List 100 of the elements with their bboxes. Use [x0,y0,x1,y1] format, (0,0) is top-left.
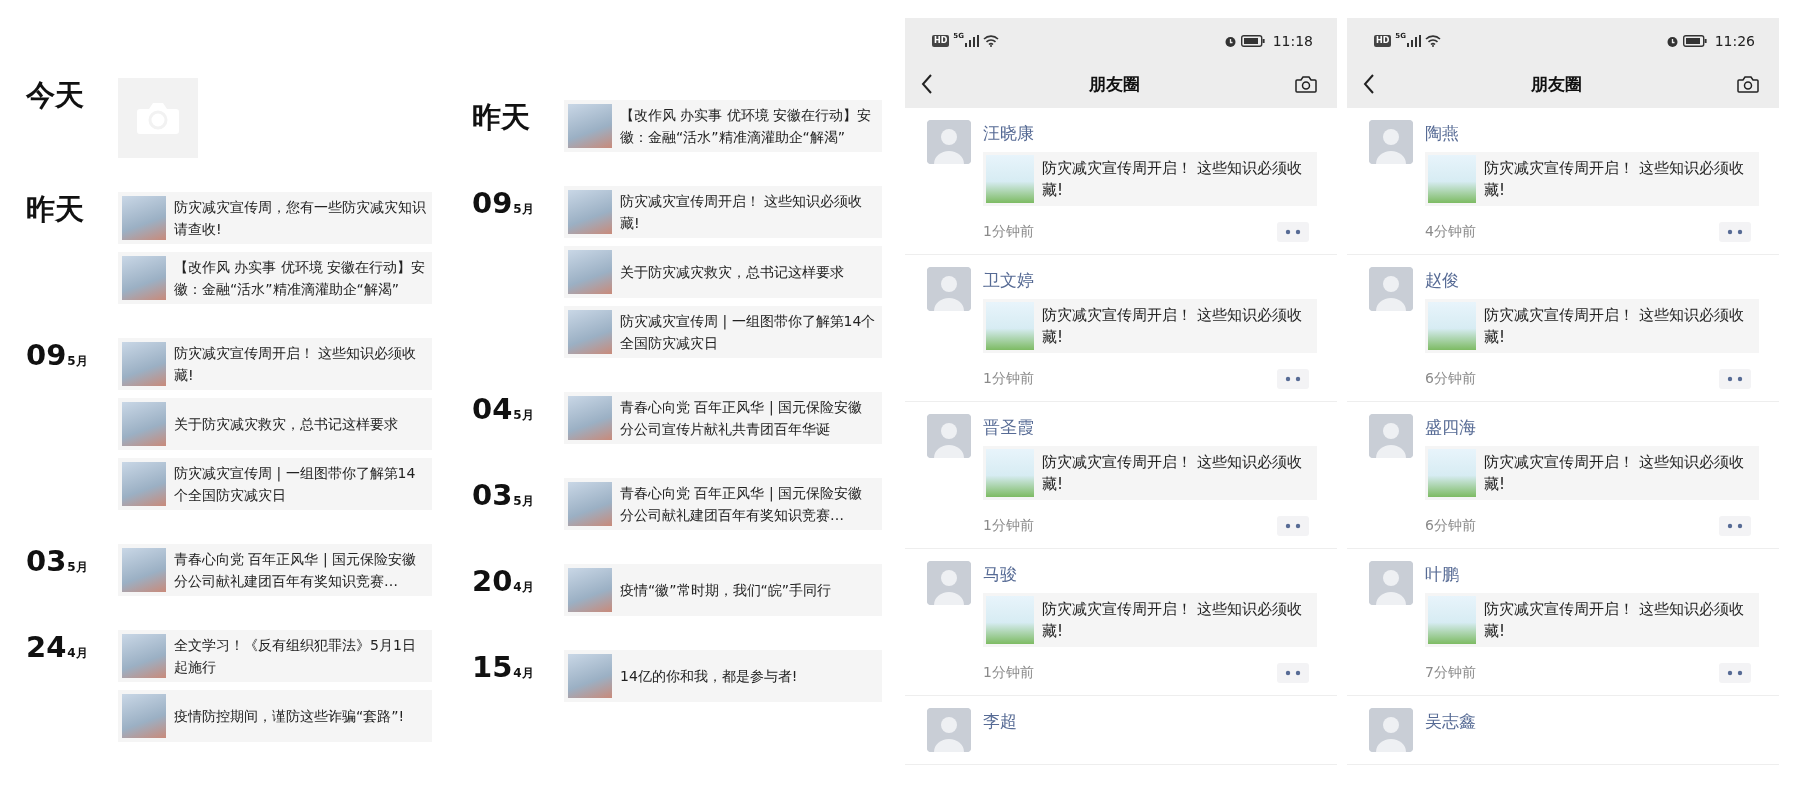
article-title: 14亿的你和我，都是参与者! [620,667,798,686]
thumbnail-image [568,190,612,234]
article-title: 全文学习！《反有组织犯罪法》5月1日起施行 [174,636,417,677]
day-label: 昨天 [26,192,84,226]
article-title: 青春心向党 百年正风华 | 国元保险安徽分公司宣传片献礼共青团百年华诞 [620,398,864,439]
back-button[interactable] [1361,72,1377,96]
article-link[interactable]: 14亿的你和我，都是参与者! [564,650,882,702]
month-label: 4月 [67,645,88,662]
user-name[interactable]: 盛四海 [1425,414,1476,440]
more-button[interactable] [1277,663,1309,683]
thumbnail-image [568,568,612,612]
shared-link[interactable]: 防灾减灾宣传周开启！ 这些知识必须收藏! [1425,446,1759,500]
link-title: 防灾减灾宣传周开启！ 这些知识必须收藏! [1484,158,1745,201]
thumbnail-image [568,250,612,294]
article-title: 【改作风 办实事 优环境 安徽在行动】安徽：金融“活水”精准滴灌助企“解渴” [174,258,426,299]
camera-icon [1737,75,1759,93]
thumbnail-image [122,256,166,300]
post-time: 1分钟前 [983,664,1034,682]
network-badge: HD [1374,35,1392,47]
camera-button[interactable] [1735,73,1761,95]
article-title: 青春心向党 百年正风华 | 国元保险安徽分公司献礼建团百年有奖知识竞赛… [174,550,418,591]
article-link[interactable]: 防灾减灾宣传周开启！ 这些知识必须收藏! [118,338,432,390]
article-link[interactable]: 防灾减灾宣传周，您有一些防灾减灾知识请查收! [118,192,432,244]
thumbnail-image [122,548,166,592]
link-title: 防灾减灾宣传周开启！ 这些知识必须收藏! [1484,599,1745,642]
article-link[interactable]: 防灾减灾宣传周 | 一组图带你了解第14个全国防灾减灾日 [564,306,882,358]
user-name[interactable]: 陶燕 [1425,120,1459,146]
link-title: 防灾减灾宣传周开启！ 这些知识必须收藏! [1484,305,1745,348]
day-label: 24 [26,630,67,664]
more-button[interactable] [1719,222,1751,242]
shared-link[interactable]: 防灾减灾宣传周开启！ 这些知识必须收藏! [1425,152,1759,206]
month-label: 4月 [513,665,534,682]
shared-link[interactable]: 防灾减灾宣传周开启！ 这些知识必须收藏! [983,593,1317,647]
more-button[interactable] [1277,369,1309,389]
day-label: 20 [472,564,513,598]
article-link[interactable]: 青春心向党 百年正风华 | 国元保险安徽分公司献礼建团百年有奖知识竞赛… [118,544,432,596]
article-link[interactable]: 疫情“徽”常时期，我们“皖”手同行 [564,564,882,616]
dots-icon [1285,229,1301,235]
link-title: 防灾减灾宣传周开启！ 这些知识必须收藏! [1042,305,1303,348]
thumbnail-image [986,596,1034,644]
back-icon [921,74,933,94]
month-label: 5月 [513,201,534,218]
article-link[interactable]: 全文学习！《反有组织犯罪法》5月1日起施行 [118,630,432,682]
article-title: 防灾减灾宣传周，您有一些防灾减灾知识请查收! [174,198,426,239]
user-name[interactable]: 赵俊 [1425,267,1459,293]
more-button[interactable] [1277,516,1309,536]
day-label: 今天 [26,78,84,112]
dots-icon [1727,229,1743,235]
month-label: 5月 [67,353,88,370]
article-link[interactable]: 【改作风 办实事 优环境 安徽在行动】安徽：金融“活水”精准滴灌助企“解渴” [118,252,432,304]
shared-link[interactable]: 防灾减灾宣传周开启！ 这些知识必须收藏! [983,152,1317,206]
more-button[interactable] [1719,663,1751,683]
article-link[interactable]: 防灾减灾宣传周 | 一组图带你了解第14个全国防灾减灾日 [118,458,432,510]
thumbnail-image [1428,155,1476,203]
post-time: 4分钟前 [1425,223,1476,241]
article-link[interactable]: 青春心向党 百年正风华 | 国元保险安徽分公司宣传片献礼共青团百年华诞 [564,392,882,444]
wifi-icon [982,35,999,47]
article-link[interactable]: 疫情防控期间，谨防这些诈骗“套路”! [118,690,432,742]
user-name[interactable]: 李超 [983,708,1017,734]
month-label: 4月 [513,579,534,596]
thumbnail-image [122,342,166,386]
more-button[interactable] [1719,369,1751,389]
user-name[interactable]: 晋圣霞 [983,414,1034,440]
thumbnail-image [986,449,1034,497]
status-time: 11:18 [1272,33,1313,49]
user-name[interactable]: 卫文婷 [983,267,1034,293]
signal-icon [964,35,979,47]
back-icon [1363,74,1375,94]
article-link[interactable]: 关于防灾减灾救灾，总书记这样要求 [118,398,432,450]
more-button[interactable] [1719,516,1751,536]
link-title: 防灾减灾宣传周开启！ 这些知识必须收藏! [1042,599,1303,642]
shared-link[interactable]: 防灾减灾宣传周开启！ 这些知识必须收藏! [1425,593,1759,647]
dots-icon [1285,670,1301,676]
signal-icon [1406,35,1421,47]
camera-button[interactable] [1293,73,1319,95]
day-label: 09 [472,186,513,220]
thumbnail-image [122,402,166,446]
thumbnail-image [986,302,1034,350]
back-button[interactable] [919,72,935,96]
user-name[interactable]: 吴志鑫 [1425,708,1476,734]
shared-link[interactable]: 防灾减灾宣传周开启！ 这些知识必须收藏! [983,446,1317,500]
shared-link[interactable]: 防灾减灾宣传周开启！ 这些知识必须收藏! [983,299,1317,353]
article-title: 防灾减灾宣传周 | 一组图带你了解第14个全国防灾减灾日 [620,312,876,353]
article-link[interactable]: 青春心向党 百年正风华 | 国元保险安徽分公司献礼建团百年有奖知识竞赛… [564,478,882,530]
dots-icon [1727,670,1743,676]
thumbnail-image [122,462,166,506]
article-link[interactable]: 防灾减灾宣传周开启！ 这些知识必须收藏! [564,186,882,238]
link-title: 防灾减灾宣传周开启！ 这些知识必须收藏! [1042,158,1303,201]
user-name[interactable]: 叶鹏 [1425,561,1459,587]
user-name[interactable]: 汪晓康 [983,120,1034,146]
article-link[interactable]: 【改作风 办实事 优环境 安徽在行动】安徽：金融“活水”精准滴灌助企“解渴” [564,100,882,152]
more-button[interactable] [1277,222,1309,242]
article-link[interactable]: 关于防灾减灾救灾，总书记这样要求 [564,246,882,298]
user-name[interactable]: 马骏 [983,561,1017,587]
article-title: 【改作风 办实事 优环境 安徽在行动】安徽：金融“活水”精准滴灌助企“解渴” [620,106,873,147]
thumbnail-image [568,310,612,354]
shared-link[interactable]: 防灾减灾宣传周开启！ 这些知识必须收藏! [1425,299,1759,353]
dots-icon [1285,376,1301,382]
thumbnail-image [1428,302,1476,350]
status-time: 11:26 [1714,33,1755,49]
